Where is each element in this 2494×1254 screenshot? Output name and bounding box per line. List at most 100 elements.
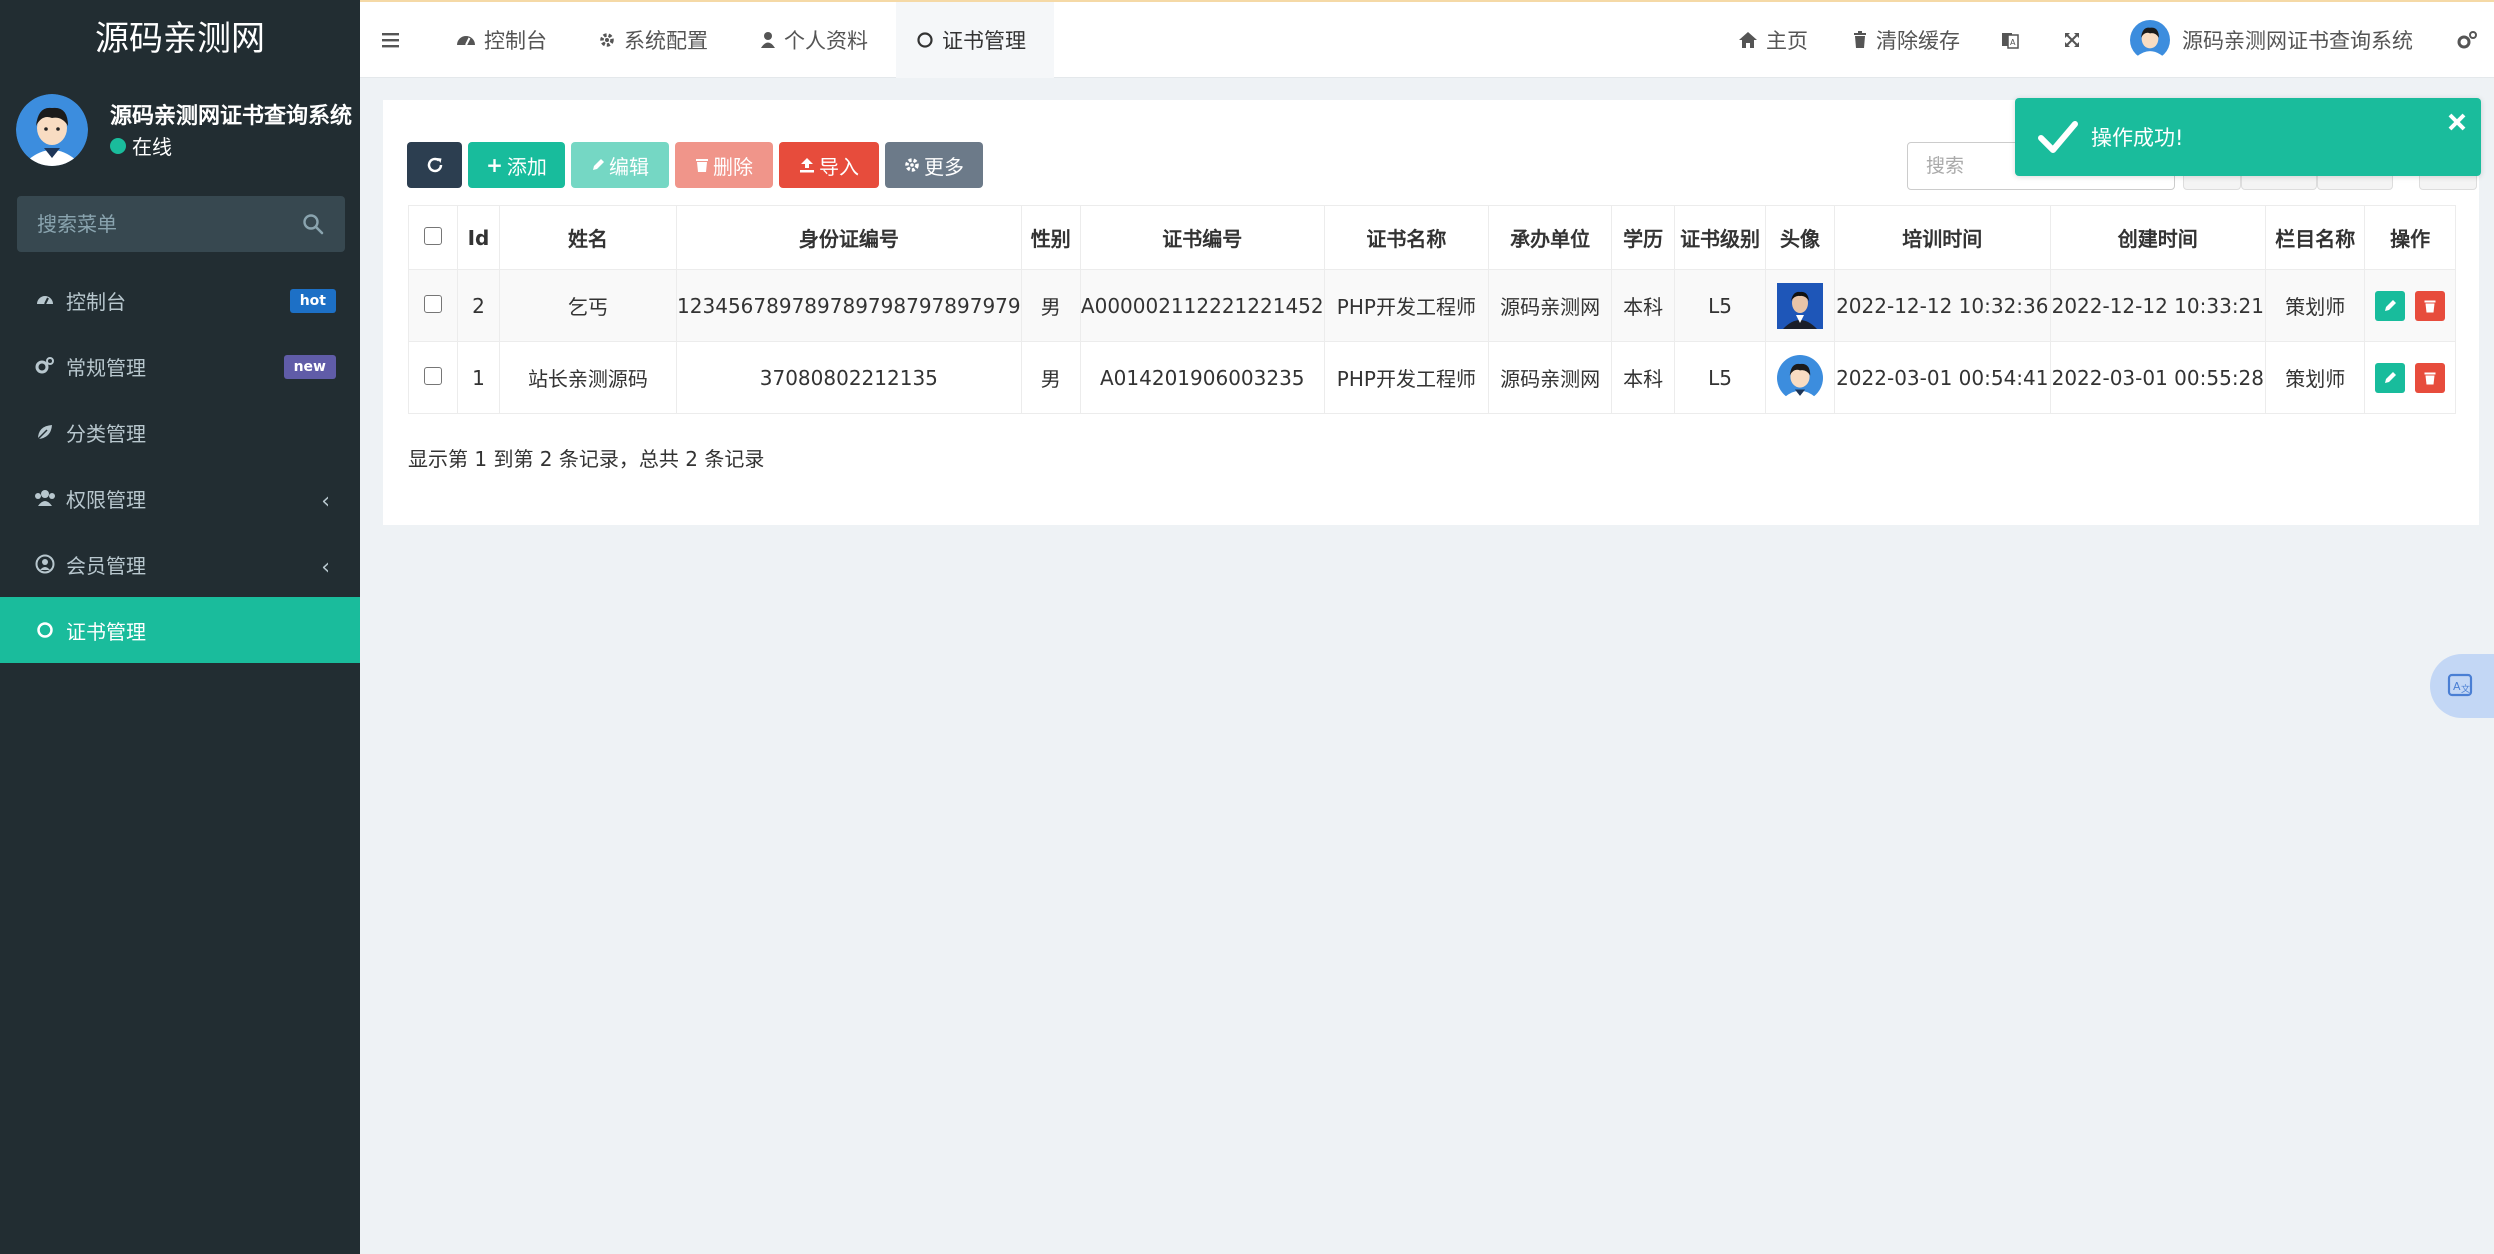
col-header[interactable]: 头像 xyxy=(1765,205,1836,270)
language-icon: A xyxy=(2002,33,2019,49)
col-header[interactable]: 姓名 xyxy=(498,205,678,270)
tab-profile[interactable]: 个人资料 xyxy=(760,2,868,78)
sidebar-item-category[interactable]: 分类管理 xyxy=(0,399,360,465)
row-delete-button[interactable] xyxy=(2415,290,2446,321)
cell-org: 源码亲测网 xyxy=(1488,269,1613,342)
photo-thumbnail[interactable] xyxy=(1777,354,1824,401)
row-select-cell xyxy=(407,341,459,414)
user-icon xyxy=(761,32,775,48)
add-button[interactable]: + 添加 xyxy=(468,142,565,188)
cell-name: 乞丐 xyxy=(498,269,678,342)
delete-button[interactable]: 删除 xyxy=(675,142,773,188)
table-header-row: Id 姓名 身份证编号 性别 证书编号 证书名称 承办单位 学历 证书级别 头像… xyxy=(407,205,2456,270)
cell-level: L5 xyxy=(1674,269,1767,342)
cell-actions xyxy=(2364,341,2456,414)
brand-logo[interactable]: 源码亲测网 xyxy=(0,0,360,78)
pencil-icon xyxy=(2384,299,2396,311)
cell-cert-no: A000002112221221452 xyxy=(1079,269,1325,342)
settings-button[interactable] xyxy=(2456,2,2486,78)
dashboard-icon xyxy=(34,289,56,311)
sidebar-item-general[interactable]: 常规管理 new xyxy=(0,333,360,399)
trash-icon xyxy=(2424,300,2436,312)
tab-system-config[interactable]: 系统配置 xyxy=(598,2,708,78)
trash-icon xyxy=(2424,372,2436,384)
search-icon[interactable] xyxy=(301,212,325,236)
import-button[interactable]: 导入 xyxy=(779,142,879,188)
sidebar-toggle[interactable] xyxy=(380,2,410,78)
col-header[interactable]: 证书级别 xyxy=(1674,205,1767,270)
admin-menu[interactable]: 源码亲测网证书查询系统 xyxy=(2130,2,2413,78)
tab-dashboard[interactable]: 控制台 xyxy=(456,2,547,78)
expand-icon xyxy=(2065,33,2079,47)
refresh-button[interactable] xyxy=(407,142,462,188)
col-header[interactable]: 培训时间 xyxy=(1834,205,2051,270)
dashboard-icon xyxy=(457,36,475,46)
more-button[interactable]: 更多 xyxy=(885,142,983,188)
cogs-icon xyxy=(34,355,56,377)
cell-gender: 男 xyxy=(1020,341,1081,414)
col-header: 操作 xyxy=(2364,205,2456,270)
tab-label: 控制台 xyxy=(484,29,547,53)
gear-icon xyxy=(905,158,919,172)
select-all-cell xyxy=(407,205,459,270)
new-badge: new xyxy=(283,355,336,379)
home-link[interactable]: 主页 xyxy=(1738,2,1808,78)
circle-icon xyxy=(34,619,56,641)
sidebar-item-auth[interactable]: 权限管理 ‹ xyxy=(0,465,360,531)
col-header[interactable]: 学历 xyxy=(1611,205,1676,270)
col-header[interactable]: 身份证编号 xyxy=(676,205,1022,270)
cell-photo xyxy=(1765,269,1836,342)
select-all-checkbox[interactable] xyxy=(424,226,443,245)
sidebar-menu: 控制台 hot 常规管理 new 分类管理 权限管理 ‹ 会员管理 ‹ 证书管理 xyxy=(0,267,360,663)
sidebar-item-dashboard[interactable]: 控制台 hot xyxy=(0,267,360,333)
cell-column: 策划师 xyxy=(2265,269,2366,342)
clear-cache-button[interactable]: 清除缓存 xyxy=(1852,2,1960,78)
sidebar-item-label: 证书管理 xyxy=(66,619,146,644)
col-header[interactable]: 证书编号 xyxy=(1079,205,1325,270)
cell-cert-name: PHP开发工程师 xyxy=(1323,269,1490,342)
menu-icon xyxy=(382,33,399,48)
home-label: 主页 xyxy=(1766,29,1808,53)
cell-education: 本科 xyxy=(1611,269,1676,342)
cell-actions xyxy=(2364,269,2456,342)
cell-cert-name: PHP开发工程师 xyxy=(1323,341,1490,414)
fullscreen-button[interactable] xyxy=(2062,2,2090,78)
col-header[interactable]: 性别 xyxy=(1020,205,1081,270)
sidebar-item-label: 分类管理 xyxy=(66,421,146,446)
pagination-info: 显示第 1 到第 2 条记录，总共 2 条记录 xyxy=(408,447,765,471)
col-header[interactable]: 创建时间 xyxy=(2049,205,2267,270)
row-checkbox[interactable] xyxy=(424,294,443,313)
pencil-icon xyxy=(2384,371,2396,383)
translate-float-button[interactable]: A文 xyxy=(2430,654,2494,718)
sidebar-item-member[interactable]: 会员管理 ‹ xyxy=(0,531,360,597)
col-header[interactable]: 承办单位 xyxy=(1488,205,1613,270)
cell-name: 站长亲测源码 xyxy=(498,341,678,414)
col-header[interactable]: Id xyxy=(457,205,500,270)
language-button[interactable]: A xyxy=(2000,2,2028,78)
cell-education: 本科 xyxy=(1611,341,1676,414)
row-edit-button[interactable] xyxy=(2374,290,2405,321)
more-label: 更多 xyxy=(924,154,964,179)
row-delete-button[interactable] xyxy=(2415,362,2446,393)
tab-label: 个人资料 xyxy=(784,29,868,53)
sidebar-item-certificate[interactable]: 证书管理 xyxy=(0,597,360,663)
delete-label: 删除 xyxy=(713,154,753,179)
cell-level: L5 xyxy=(1674,341,1767,414)
menu-search-input[interactable] xyxy=(17,196,345,252)
row-checkbox[interactable] xyxy=(424,366,443,385)
table-row[interactable]: 2 乞丐 12345678978978979879789797​9 男 A000… xyxy=(407,269,2456,342)
col-header[interactable]: 证书名称 xyxy=(1323,205,1490,270)
row-edit-button[interactable] xyxy=(2374,362,2405,393)
upload-icon xyxy=(800,158,814,173)
sidebar-item-label: 权限管理 xyxy=(66,487,146,512)
photo-thumbnail[interactable] xyxy=(1777,282,1824,329)
col-header[interactable]: 栏目名称 xyxy=(2265,205,2366,270)
svg-text:A: A xyxy=(2453,680,2461,693)
top-navbar: 控制台 系统配置 个人资料 证书管理 主页 清除缓存 A 源码亲测网证书查询系统 xyxy=(360,0,2494,78)
edit-button[interactable]: 编辑 xyxy=(571,142,669,188)
close-icon[interactable] xyxy=(2447,112,2467,132)
cell-idcard: 37080802212135 xyxy=(676,341,1022,414)
hot-badge: hot xyxy=(289,289,336,313)
tab-certificate[interactable]: 证书管理 xyxy=(896,2,1054,78)
table-row[interactable]: 1 站长亲测源码 37080802212135 男 A0142019060032… xyxy=(407,341,2456,414)
